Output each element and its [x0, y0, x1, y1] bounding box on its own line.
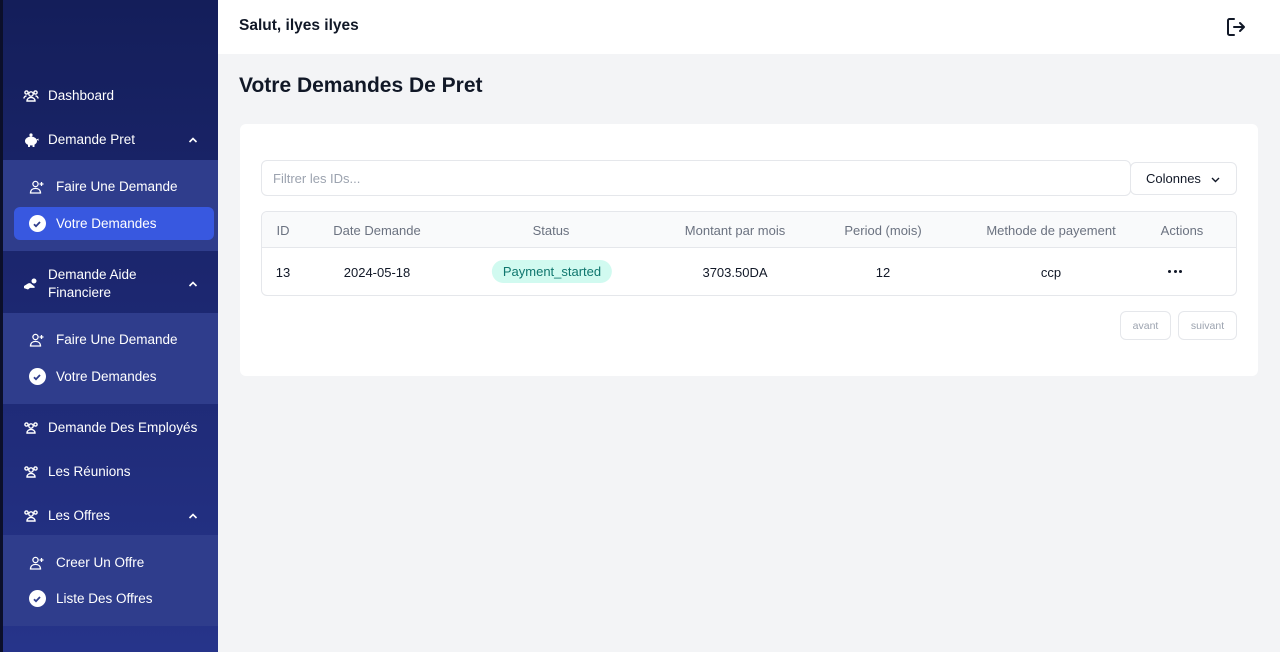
sidebar-item-votre-demandes-aide[interactable]: Votre Demandes [14, 360, 214, 393]
sidebar-item-label: Faire Une Demande [56, 179, 178, 194]
sidebar-item-label: Votre Demandes [56, 216, 157, 231]
loans-table: ID Date Demande Status Montant par mois … [261, 211, 1237, 296]
chevron-up-icon[interactable] [186, 133, 200, 147]
cell-period: 12 [875, 265, 891, 280]
check-circle-icon [28, 590, 46, 608]
sidebar-item-demande-aide[interactable]: Demande Aide Financiere [3, 266, 218, 302]
logout-icon[interactable] [1225, 16, 1247, 38]
sidebar-item-label: Liste Des Offres [56, 591, 153, 606]
columns-button[interactable]: Colonnes [1130, 162, 1237, 195]
next-page-button[interactable]: suivant [1178, 311, 1237, 340]
sidebar-item-demande-employes[interactable]: Demande Des Employés [3, 419, 218, 437]
submenu-offres: Creer Un Offre Liste Des Offres [3, 535, 218, 626]
table-row[interactable]: 13 2024-05-18 Payment_started 3703.50DA … [262, 248, 1236, 295]
users-icon [22, 419, 40, 437]
sidebar-item-faire-demande-aide[interactable]: Faire Une Demande [14, 323, 214, 356]
sidebar-item-votre-demandes-pret[interactable]: Votre Demandes [14, 207, 214, 240]
check-circle-icon [28, 368, 46, 386]
user-plus-icon [28, 554, 46, 572]
sidebar-item-label: Faire Une Demande [56, 332, 178, 347]
column-header-montant[interactable]: Montant par mois [685, 223, 785, 238]
chevron-up-icon[interactable] [186, 277, 200, 291]
greeting-text: Salut, ilyes ilyes [239, 17, 359, 34]
sidebar-item-label: Les Offres [48, 508, 111, 523]
filter-ids-input[interactable] [261, 160, 1131, 196]
column-header-period[interactable]: Period (mois) [844, 223, 921, 238]
check-circle-icon [28, 215, 46, 233]
piggy-bank-icon [22, 131, 40, 149]
cell-id: 13 [275, 265, 291, 280]
users-icon [22, 87, 40, 105]
sidebar-item-label: Demande Aide [48, 267, 137, 282]
sidebar-item-dashboard[interactable]: Dashboard [3, 87, 218, 105]
user-plus-icon [28, 331, 46, 349]
column-header-status[interactable]: Status [533, 223, 570, 238]
sidebar-item-demande-pret[interactable]: Demande Pret [3, 131, 218, 149]
table-header: ID Date Demande Status Montant par mois … [262, 212, 1236, 248]
column-header-id[interactable]: ID [277, 223, 290, 238]
sidebar-item-faire-demande-pret[interactable]: Faire Une Demande [14, 170, 214, 203]
cell-montant: 3703.50DA [702, 265, 768, 280]
column-header-methode[interactable]: Methode de payement [986, 223, 1115, 238]
column-header-date[interactable]: Date Demande [333, 223, 420, 238]
top-header: Salut, ilyes ilyes [218, 0, 1280, 54]
sidebar-item-label: Votre Demandes [56, 369, 157, 384]
sidebar-item-creer-offre[interactable]: Creer Un Offre [14, 546, 214, 579]
column-header-actions: Actions [1160, 223, 1204, 238]
loans-card: Colonnes ID Date Demande Status Montant … [240, 124, 1258, 376]
columns-button-label: Colonnes [1146, 171, 1201, 186]
hand-coins-icon [22, 275, 40, 293]
submenu-demande-pret: Faire Une Demande Votre Demandes [3, 160, 218, 251]
sidebar-item-label: Demande Pret [48, 132, 136, 147]
chevron-up-icon[interactable] [186, 509, 200, 523]
cell-date: 2024-05-18 [343, 265, 411, 280]
sidebar-item-label: Creer Un Offre [56, 555, 145, 570]
users-icon [22, 507, 40, 525]
page-title: Votre Demandes De Pret [239, 74, 483, 97]
sidebar-item-label: Dashboard [48, 88, 115, 103]
cell-methode: ccp [1040, 265, 1062, 280]
sidebar-item-liste-offres[interactable]: Liste Des Offres [14, 582, 214, 615]
chevron-down-icon [1211, 177, 1220, 183]
sidebar-item-reunions[interactable]: Les Réunions [3, 463, 218, 481]
status-badge: Payment_started [491, 260, 613, 283]
users-icon [22, 463, 40, 481]
previous-page-button[interactable]: avant [1120, 311, 1171, 340]
sidebar-item-offres[interactable]: Les Offres [3, 507, 218, 525]
sidebar-item-label-line2: Financiere [48, 285, 112, 300]
user-plus-icon [28, 178, 46, 196]
sidebar: Dashboard Demande Pret Faire Une Demande… [0, 0, 218, 652]
submenu-demande-aide: Faire Une Demande Votre Demandes [3, 313, 218, 404]
more-actions-icon[interactable] [1168, 270, 1182, 273]
sidebar-item-label: Demande Des Employés [48, 420, 198, 435]
sidebar-item-label: Les Réunions [48, 464, 131, 479]
